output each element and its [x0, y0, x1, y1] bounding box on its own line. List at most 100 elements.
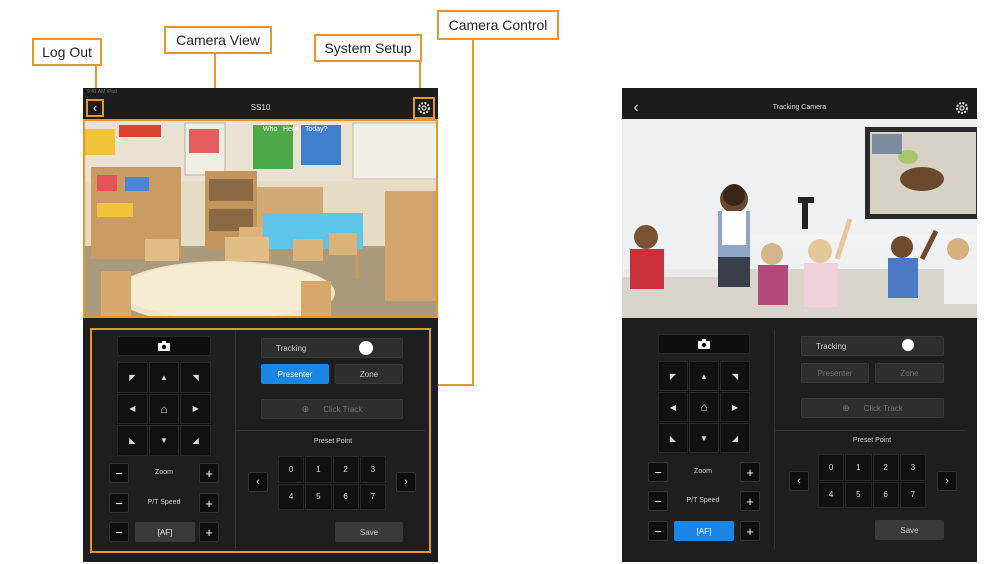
preset-4[interactable]: 4	[818, 481, 845, 508]
pan-up-right-icon[interactable]: ◥	[720, 361, 750, 391]
preset-7[interactable]: 7	[359, 483, 386, 510]
preset-next-button[interactable]: ›	[396, 472, 416, 492]
zoom-out-button[interactable]: −	[109, 463, 129, 483]
camera-view[interactable]	[622, 119, 977, 318]
focus-far-button[interactable]: +	[740, 521, 760, 541]
tracking-switch-knob[interactable]	[902, 339, 914, 351]
click-track-button[interactable]: ⊕ Click Track	[801, 398, 944, 418]
tracking-toggle[interactable]: Tracking	[801, 336, 944, 356]
tracking-label: Tracking	[276, 343, 307, 353]
settings-gear-icon[interactable]	[413, 97, 435, 119]
pan-right-icon[interactable]: ▶	[180, 393, 211, 425]
focus-near-button[interactable]: −	[109, 522, 129, 542]
click-track-icon: ⊕	[842, 402, 850, 413]
control-divider	[235, 330, 236, 549]
speed-down-button[interactable]: −	[109, 493, 129, 513]
ptz-pad: ◤ ▲ ◥ ◀ ⌂ ▶ ◣ ▼ ◢	[658, 361, 750, 453]
preset-7[interactable]: 7	[899, 481, 926, 508]
snapshot-button[interactable]	[658, 334, 750, 354]
home-icon[interactable]: ⌂	[148, 393, 180, 425]
presenter-button[interactable]: Presenter	[261, 364, 329, 384]
speed-down-button[interactable]: −	[648, 491, 668, 511]
preset-3[interactable]: 3	[899, 454, 926, 481]
focus-near-button[interactable]: −	[648, 521, 668, 541]
pan-up-left-icon[interactable]: ◤	[117, 362, 148, 393]
top-bar: SS10 ‹	[83, 96, 438, 120]
preset-prev-button[interactable]: ‹	[248, 472, 268, 492]
zoom-in-button[interactable]: +	[199, 463, 219, 483]
zoom-out-button[interactable]: −	[648, 462, 668, 482]
control-divider	[774, 330, 775, 549]
camera-view-callout: Camera View	[164, 26, 272, 54]
camera-control-callout: Camera Control	[437, 10, 559, 40]
speed-up-button[interactable]: +	[740, 491, 760, 511]
sign-today: Today?	[305, 126, 328, 133]
pt-speed-label: P/T Speed	[147, 499, 181, 506]
preset-0[interactable]: 0	[818, 454, 845, 481]
preset-prev-button[interactable]: ‹	[789, 471, 809, 491]
preset-next-button[interactable]: ›	[937, 471, 957, 491]
preset-4[interactable]: 4	[278, 483, 305, 510]
click-track-label: Click Track	[863, 403, 903, 413]
back-logout-icon[interactable]: ‹	[628, 100, 644, 116]
camera-icon	[158, 341, 170, 351]
back-logout-icon[interactable]: ‹	[86, 99, 104, 117]
presenter-button[interactable]: Presenter	[801, 363, 869, 383]
pt-speed-label: P/T Speed	[686, 497, 720, 504]
zone-button[interactable]: Zone	[875, 363, 944, 383]
preset-5[interactable]: 5	[305, 483, 332, 510]
preset-3[interactable]: 3	[359, 456, 386, 483]
preset-6[interactable]: 6	[332, 483, 359, 510]
preset-0[interactable]: 0	[278, 456, 305, 483]
zone-button[interactable]: Zone	[335, 364, 403, 384]
tracking-switch-knob[interactable]	[359, 341, 373, 355]
preset-2[interactable]: 2	[872, 454, 899, 481]
pan-up-left-icon[interactable]: ◤	[658, 361, 688, 391]
pan-down-left-icon[interactable]: ◣	[117, 425, 148, 456]
tilt-down-icon[interactable]: ▼	[148, 425, 180, 456]
pan-down-left-icon[interactable]: ◣	[658, 423, 688, 453]
pan-down-right-icon[interactable]: ◢	[720, 423, 750, 453]
zoom-label: Zoom	[155, 469, 173, 476]
preset-grid: 0 1 2 3 4 5 6 7	[818, 454, 926, 508]
settings-gear-icon[interactable]	[953, 99, 971, 117]
save-button[interactable]: Save	[875, 520, 944, 540]
focus-far-button[interactable]: +	[199, 522, 219, 542]
preset-5[interactable]: 5	[845, 481, 872, 508]
pan-down-right-icon[interactable]: ◢	[180, 425, 211, 456]
home-icon[interactable]: ⌂	[689, 392, 719, 422]
sign-here: Here	[283, 126, 298, 133]
preset-6[interactable]: 6	[872, 481, 899, 508]
zoom-in-button[interactable]: +	[740, 462, 760, 482]
right-tablet: Tracking Camera ‹ ◤ ▲ ◥ ◀ ⌂ ▶ ◣ ▼ ◢ − Zo…	[622, 88, 977, 562]
preset-1[interactable]: 1	[305, 456, 332, 483]
app-title: SS10	[250, 103, 271, 112]
click-track-label: Click Track	[323, 404, 363, 414]
preset-divider	[236, 430, 425, 431]
tilt-up-icon[interactable]: ▲	[689, 361, 719, 391]
tilt-up-icon[interactable]: ▲	[148, 362, 180, 393]
top-bar: Tracking Camera ‹	[622, 96, 977, 120]
classroom-scene-teacher	[622, 119, 977, 318]
tilt-down-icon[interactable]: ▼	[689, 423, 719, 453]
pan-right-icon[interactable]: ▶	[720, 392, 750, 422]
autofocus-button[interactable]: [AF]	[674, 521, 734, 541]
snapshot-button[interactable]	[117, 336, 211, 356]
autofocus-button[interactable]: [AF]	[135, 522, 195, 542]
sign-who: Who	[263, 126, 278, 133]
preset-title: Preset Point	[313, 438, 353, 445]
status-bar	[622, 88, 977, 96]
pan-left-icon[interactable]: ◀	[117, 393, 148, 425]
click-track-button[interactable]: ⊕ Click Track	[261, 399, 403, 419]
camera-view[interactable]: Who Here Today?	[83, 119, 438, 318]
tracking-toggle[interactable]: Tracking	[261, 338, 403, 358]
preset-1[interactable]: 1	[845, 454, 872, 481]
app-title: Tracking Camera	[772, 104, 827, 111]
speed-up-button[interactable]: +	[199, 493, 219, 513]
preset-2[interactable]: 2	[332, 456, 359, 483]
tracking-label: Tracking	[816, 341, 847, 351]
pan-left-icon[interactable]: ◀	[658, 392, 688, 422]
zoom-label: Zoom	[694, 468, 712, 475]
pan-up-right-icon[interactable]: ◥	[180, 362, 211, 393]
save-button[interactable]: Save	[335, 522, 403, 542]
